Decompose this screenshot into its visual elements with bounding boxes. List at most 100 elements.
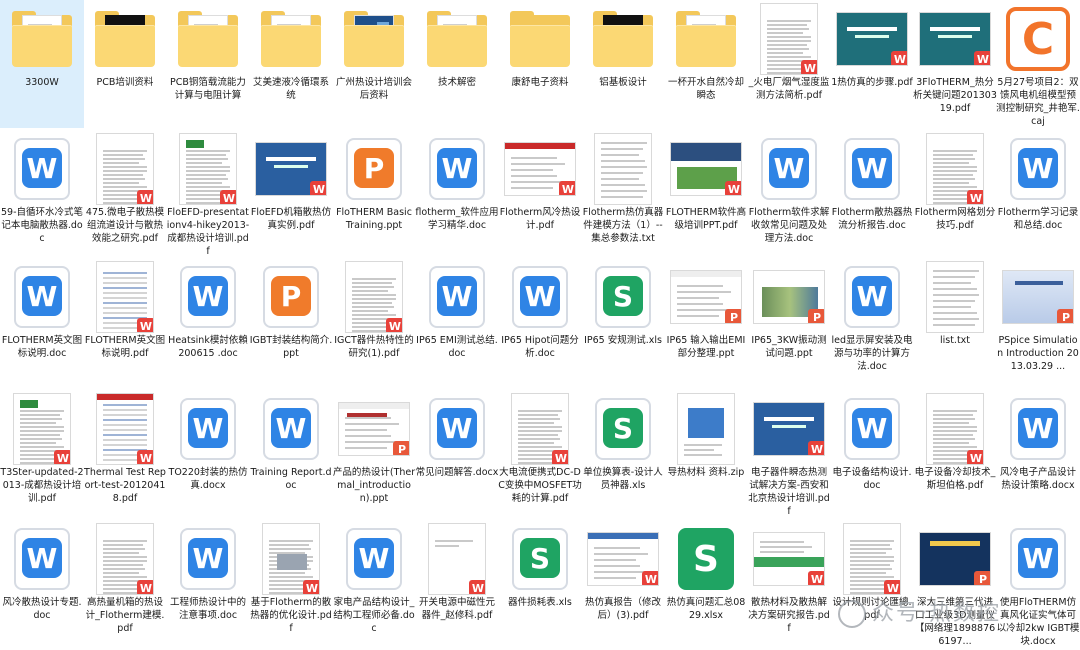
file-tile[interactable]: 3300W — [0, 0, 84, 128]
file-tile[interactable]: 导热材料 资料.zip — [664, 390, 748, 518]
file-icon[interactable]: W — [917, 132, 993, 206]
file-icon[interactable]: W — [253, 392, 329, 466]
file-icon[interactable]: W — [834, 392, 910, 466]
file-tile[interactable]: Wflotherm_软件应用学习精华.doc — [415, 130, 499, 258]
file-icon[interactable] — [419, 2, 495, 76]
file-icon[interactable]: W — [1000, 522, 1076, 596]
file-icon[interactable]: S — [668, 522, 744, 596]
file-icon[interactable]: W — [170, 522, 246, 596]
file-icon[interactable]: W — [585, 522, 661, 596]
file-icon[interactable]: W — [4, 132, 80, 206]
file-tile[interactable]: C 5月27号项目2：双馈风电机组模型预测控制研究_井艳军.caj — [996, 0, 1080, 128]
file-tile[interactable]: S IP65 安规测试.xls — [581, 258, 665, 386]
file-icon[interactable] — [917, 260, 993, 334]
file-icon[interactable]: W — [170, 392, 246, 466]
file-tile[interactable]: W T3Ster-updated-2013-成都热设计培训.pdf — [0, 390, 84, 518]
file-tile[interactable]: W FLOTHERM英文图标说明.doc — [0, 258, 84, 386]
file-icon[interactable] — [585, 132, 661, 206]
file-icon[interactable]: P — [1000, 260, 1076, 334]
file-tile[interactable]: W 常见问题解答.docx — [415, 390, 499, 518]
file-tile[interactable]: PCB培训资料 — [83, 0, 167, 128]
file-icon[interactable]: S — [585, 260, 661, 334]
file-tile[interactable]: W Heatsink模討依賴200615 .doc — [166, 258, 250, 386]
file-icon[interactable]: W — [502, 132, 578, 206]
file-icon[interactable]: W — [751, 392, 827, 466]
file-icon[interactable]: W — [917, 392, 993, 466]
file-icon[interactable]: W — [668, 132, 744, 206]
file-icon[interactable]: W — [253, 522, 329, 596]
file-tile[interactable]: W Training Report.doc — [249, 390, 333, 518]
file-icon[interactable]: S — [585, 392, 661, 466]
file-icon[interactable]: W — [170, 132, 246, 206]
file-tile[interactable]: S 器件损耗表.xls — [498, 520, 582, 648]
file-icon[interactable]: W — [87, 392, 163, 466]
file-icon[interactable]: W — [336, 260, 412, 334]
file-icon[interactable]: P — [751, 260, 827, 334]
file-icon[interactable]: W — [419, 132, 495, 206]
file-icon[interactable]: W — [419, 522, 495, 596]
file-tile[interactable]: W Flotherm风冷热设计.pdf — [498, 130, 582, 258]
file-tile[interactable]: list.txt — [913, 258, 997, 386]
file-icon[interactable] — [4, 2, 80, 76]
file-icon[interactable]: C — [1000, 2, 1076, 76]
file-icon[interactable]: W — [834, 260, 910, 334]
file-tile[interactable]: W 工程师热设计中的注意事项.doc — [166, 520, 250, 648]
file-tile[interactable]: W Flotherm软件求解收敛常见问题及处理方法.doc — [747, 130, 831, 258]
file-tile[interactable]: W 风冷散热设计专题.doc — [0, 520, 84, 648]
file-icon[interactable] — [668, 2, 744, 76]
file-tile[interactable]: W 大电流便携式DC-DC变换中MOSFET功耗的计算.pdf — [498, 390, 582, 518]
file-tile[interactable]: W 使用FloTHERM仿真风化证实气体可以冷却2kw IGBT模块.docx — [996, 520, 1080, 648]
file-icon[interactable] — [87, 2, 163, 76]
file-tile[interactable]: W IP65 Hipot问题分析.doc — [498, 258, 582, 386]
file-icon[interactable]: W — [834, 522, 910, 596]
file-tile[interactable]: W 热仿真报告（修改后）(3).pdf — [581, 520, 665, 648]
file-tile[interactable]: Flotherm热仿真器件建模方法（1）--集总参数法.txt — [581, 130, 665, 258]
file-icon[interactable]: P — [668, 260, 744, 334]
file-tile[interactable]: W FLOTHERM软件高级培训PPT.pdf — [664, 130, 748, 258]
file-icon[interactable] — [336, 2, 412, 76]
file-icon[interactable]: W — [336, 522, 412, 596]
file-tile[interactable]: W TO220封装的热仿真.docx — [166, 390, 250, 518]
file-tile[interactable]: W FloEFD-presentationv4-hikey2013-成都热设计培训… — [166, 130, 250, 258]
file-tile[interactable]: W 1热仿真的步骤.pdf — [830, 0, 914, 128]
file-tile[interactable]: 艾美速液冷循環系统 — [249, 0, 333, 128]
file-icon[interactable]: W — [87, 522, 163, 596]
file-icon[interactable] — [668, 392, 744, 466]
file-tile[interactable]: W 基于Flotherm的散热器的优化设计.pdf — [249, 520, 333, 648]
file-icon[interactable]: W — [1000, 392, 1076, 466]
file-tile[interactable]: S 热仿真问题汇总0829.xlsx — [664, 520, 748, 648]
file-tile[interactable]: 技术解密 — [415, 0, 499, 128]
file-tile[interactable]: W 475.微电子散热模组流道设计与散热效能之研究.pdf — [83, 130, 167, 258]
file-tile[interactable]: W 电子设备冷却技术_斯坦伯格.pdf — [913, 390, 997, 518]
file-icon[interactable]: W — [751, 132, 827, 206]
file-icon[interactable]: P — [253, 260, 329, 334]
file-icon[interactable]: W — [834, 2, 910, 76]
file-icon[interactable] — [585, 2, 661, 76]
file-tile[interactable]: W Flotherm学习记录和总结.doc — [996, 130, 1080, 258]
file-tile[interactable]: W Flotherm散热器热流分析报告.doc — [830, 130, 914, 258]
file-tile[interactable]: P FloTHERM Basic Training.ppt — [332, 130, 416, 258]
file-tile[interactable]: W IP65 EMI测试总结.doc — [415, 258, 499, 386]
file-icon[interactable]: W — [87, 132, 163, 206]
file-tile[interactable]: W 家电产品结构设计_结构工程师必备.doc — [332, 520, 416, 648]
file-tile[interactable]: W 设计规则讨论匯總.pdf — [830, 520, 914, 648]
file-icon[interactable]: W — [917, 2, 993, 76]
file-icon[interactable]: W — [4, 522, 80, 596]
file-tile[interactable]: W 59-自循环水冷式笔记本电脑散热器.doc — [0, 130, 84, 258]
file-tile[interactable]: W FLOTHERM英文图标说明.pdf — [83, 258, 167, 386]
file-icon[interactable]: S — [502, 522, 578, 596]
file-icon[interactable]: W — [419, 392, 495, 466]
file-tile[interactable]: 铝基板设计 — [581, 0, 665, 128]
file-tile[interactable]: P 产品的热设计(Thermal_introduction).ppt — [332, 390, 416, 518]
file-icon[interactable]: P — [917, 522, 993, 596]
file-tile[interactable]: 一杯开水自然冷却瞬态 — [664, 0, 748, 128]
file-tile[interactable]: W 开关电源中磁性元器件_赵修科.pdf — [415, 520, 499, 648]
file-tile[interactable]: Wled显示屏安装及电源与功率的计算方法.doc — [830, 258, 914, 386]
file-icon[interactable]: W — [502, 260, 578, 334]
file-icon[interactable]: P — [336, 132, 412, 206]
file-tile[interactable]: W 高热量机箱的热设计_Flotherm建模.pdf — [83, 520, 167, 648]
file-tile[interactable]: 康舒电子资料 — [498, 0, 582, 128]
file-tile[interactable]: S 单位换算表-设计人员神器.xls — [581, 390, 665, 518]
file-tile[interactable]: P IGBT封装结构简介.ppt — [249, 258, 333, 386]
file-tile[interactable]: W Flotherm网格划分技巧.pdf — [913, 130, 997, 258]
